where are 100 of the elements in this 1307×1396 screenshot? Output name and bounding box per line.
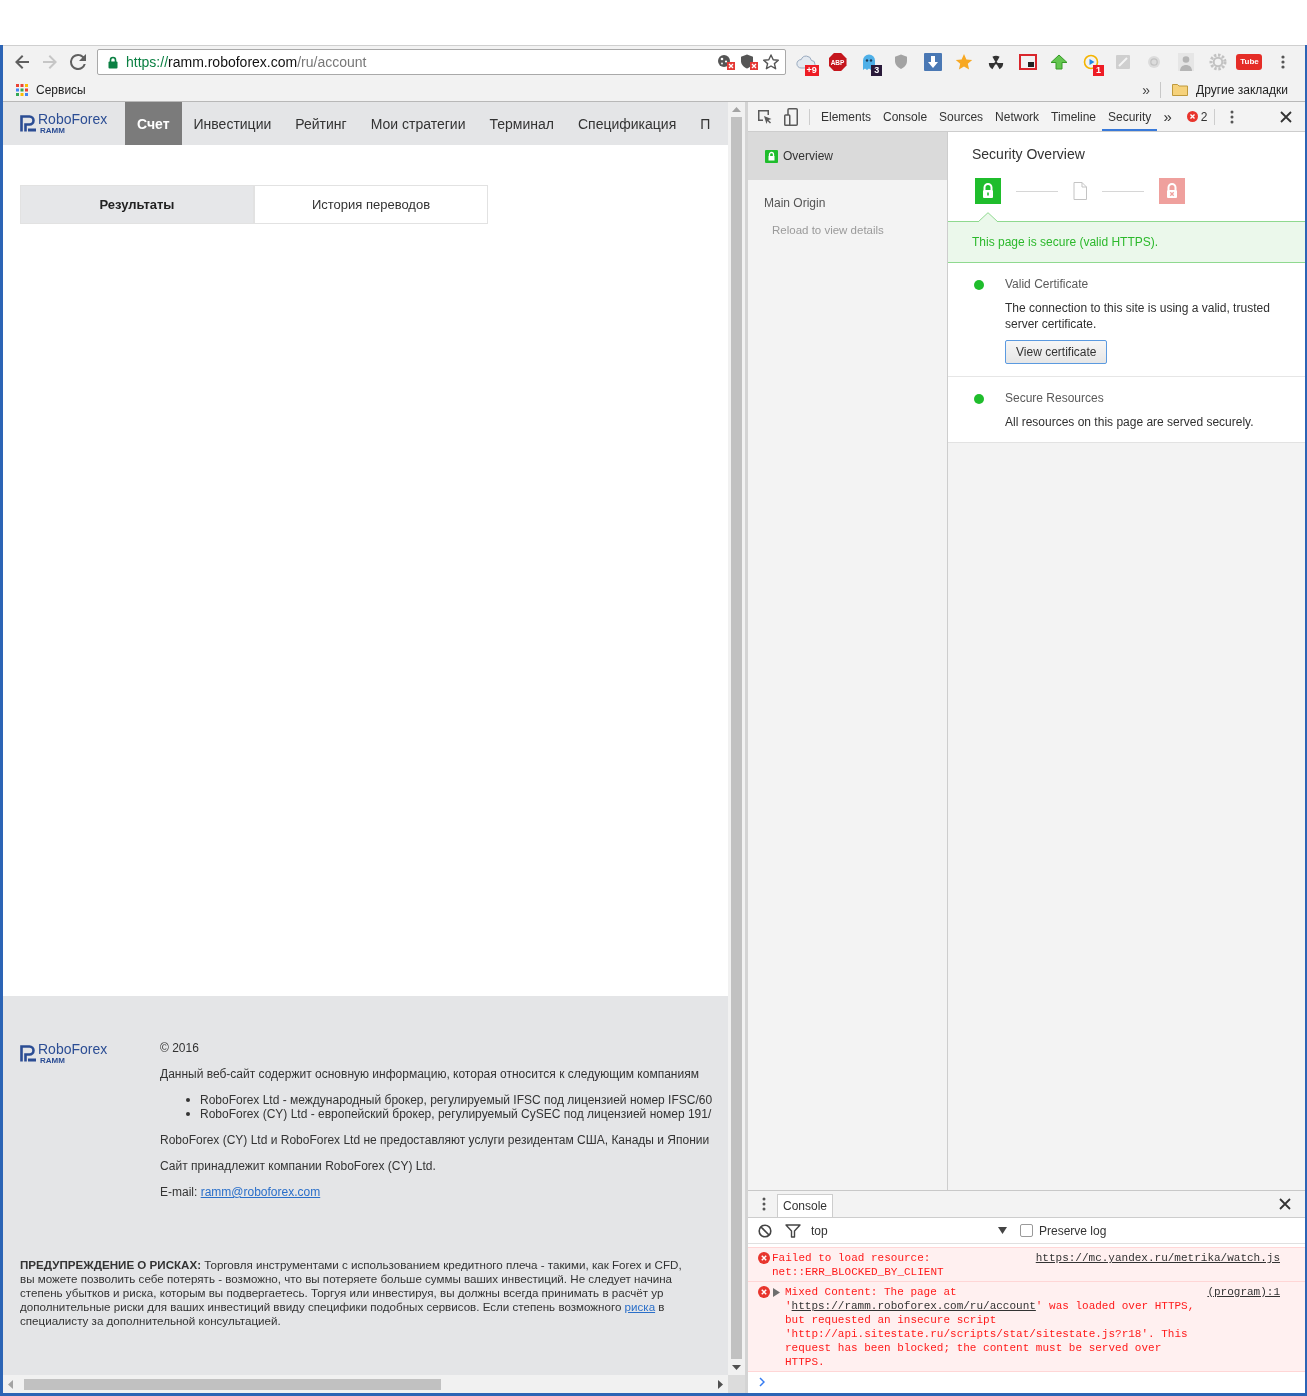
risk-warning-text: специалисту за дополнительной консультацией. (20, 1314, 282, 1328)
prompt-chevron-icon (759, 1377, 765, 1387)
company-text: RoboForex Ltd - международный брокер, регулируемый IFSC под лицензией номер IFSC/60 (200, 1093, 713, 1107)
source-link[interactable]: (program):1 (1207, 1285, 1280, 1299)
message-link[interactable]: https://ramm.roboforex.com/ru/account (791, 1300, 1036, 1312)
apps-bookmark[interactable]: Сервисы (13, 80, 89, 99)
count-badge: +9 (804, 65, 819, 76)
sidebar-item[interactable]: Overview (748, 132, 947, 180)
view-certificate-button[interactable]: View certificate (1005, 340, 1108, 364)
folder-icon (1172, 83, 1189, 96)
bookmarks-overflow-button[interactable]: » (1136, 81, 1157, 98)
message-text: Failed to load resource: net::ERR_BLOCKED_BY_CLIENT (772, 1251, 945, 1279)
extension-button[interactable]: Tube (1236, 54, 1263, 70)
scrollbar-thumb[interactable] (731, 117, 742, 1359)
lock-icon (765, 149, 778, 163)
devtools-tab[interactable]: Elements (815, 102, 878, 131)
checkbox-label[interactable]: Preserve log (1039, 1223, 1107, 1238)
menu-icon[interactable] (1230, 109, 1235, 124)
risk-link[interactable]: риска (624, 1300, 656, 1313)
tab[interactable]: История переводов (254, 185, 488, 224)
error-counter[interactable]: 2 (1185, 109, 1209, 124)
address-field[interactable]: https://ramm.roboforex.com/ru/account (97, 49, 786, 75)
secure-lock-icon[interactable] (975, 178, 1001, 204)
bullet-icon (186, 1098, 190, 1102)
sidebar-hint: Reload to view details (771, 224, 885, 236)
nav-link[interactable]: Инвестиции (181, 102, 284, 145)
nav-link[interactable]: Спецификация (565, 102, 689, 145)
devtools-tab[interactable]: Sources (933, 102, 990, 131)
logo-text: RoboForex (38, 1042, 108, 1056)
message-text: Mixed Content: The page at 'https://ramm.roboforex.com/ru/account' was loaded over HTTPS, but requested an insecure script 'http://api.sitestate.ru/scripts/stat/sitestate.js?r18'. This request has been blocked; the content must be served over HTTPS. (785, 1285, 1196, 1369)
count-badge: 3 (871, 65, 883, 76)
section-title: Secure Resources (1005, 391, 1105, 406)
scrollbar-corner (728, 1375, 745, 1393)
up-arrow-icon[interactable] (1050, 54, 1069, 70)
horizontal-scrollbar[interactable] (3, 1375, 728, 1393)
blocked-cookie-icon[interactable] (717, 54, 735, 70)
risk-warning-text: вы можете позволить себе потерять - возможно, что вы потеряете больше суммы ваших инвестиций. Не следует начина (20, 1272, 674, 1286)
devtools-tab[interactable]: Network (989, 102, 1046, 131)
close-icon[interactable] (1280, 110, 1292, 123)
back-arrow-icon (14, 54, 30, 70)
risk-warning-text: дополнительные риски для ваших инвестиций ввиду специфики подобных сервисов. Если степень возможного риска в (20, 1300, 666, 1314)
security-summary-banner: This page is secure (valid HTTPS). (948, 221, 1305, 263)
status-dot-icon (974, 280, 984, 290)
bookmark-folder[interactable]: Другие закладки (1169, 80, 1291, 99)
email-link[interactable]: ramm@roboforex.com (200, 1185, 321, 1199)
star-icon[interactable] (955, 53, 974, 71)
radiation-icon[interactable] (987, 54, 1004, 70)
logo-tagline: RAMM (40, 126, 66, 135)
logo-mark-icon (20, 115, 37, 132)
nav-link[interactable]: Рейтинг (283, 102, 359, 145)
devtools-tab[interactable]: Console (877, 102, 934, 131)
expand-triangle-icon[interactable] (773, 1288, 780, 1297)
nav-link[interactable]: Счет (125, 102, 182, 145)
section-title: Valid Certificate (1005, 277, 1090, 292)
scroll-down-arrow-icon[interactable] (732, 1365, 741, 1370)
source-link[interactable]: https://mc.yandex.ru/metrika/watch.js (1035, 1251, 1280, 1265)
nav-link[interactable]: П (688, 102, 723, 145)
error-icon (1186, 111, 1198, 122)
menu-icon[interactable] (1281, 55, 1286, 69)
risk-warning-text: ПРЕДУПРЕЖДЕНИЕ О РИСКАХ: Торговля инструментами с использованием кредитного плеча - такими, как Forex и CFD, (20, 1258, 683, 1272)
sidebar-heading: Main Origin (763, 196, 827, 211)
inspect-element-icon[interactable] (757, 108, 773, 125)
tab[interactable]: Результаты (20, 185, 254, 224)
drawer-tab[interactable]: Console (777, 1194, 834, 1217)
restriction-text: RoboForex (CY) Ltd и RoboForex Ltd не предоставляют услуги резидентам США, Канады и Японии (160, 1133, 711, 1147)
device-toolbar-icon[interactable] (784, 107, 798, 126)
intro-text: Данный веб-сайт содержит основную информацию, которая относится к следующим компаниям (160, 1067, 700, 1081)
section-description: All resources on this page are served securely. (1005, 414, 1254, 430)
reload-icon (70, 54, 86, 70)
vertical-scrollbar[interactable] (728, 102, 745, 1375)
owner-text: Сайт принадлежит компании RoboForex (CY) Ltd. (160, 1159, 437, 1173)
filter-icon[interactable] (785, 1223, 801, 1238)
status-dot-icon (974, 394, 984, 404)
count-badge: 1 (1093, 65, 1105, 76)
nav-link[interactable]: Терминал (477, 102, 566, 145)
menu-icon[interactable] (762, 1197, 766, 1211)
checkbox[interactable] (1020, 1224, 1033, 1237)
star-icon[interactable] (763, 54, 779, 70)
more-tabs-button[interactable]: » (1159, 108, 1176, 125)
context-select[interactable]: top (811, 1223, 1007, 1238)
nav-link[interactable]: Мои стратегии (358, 102, 478, 145)
copyright-text: © 2016 (160, 1041, 200, 1055)
dropdown-caret-icon (998, 1227, 1007, 1234)
panel-title: Security Overview (971, 145, 1086, 163)
close-icon[interactable] (1279, 1198, 1291, 1210)
error-icon (758, 1252, 770, 1264)
devtools-tab[interactable]: Timeline (1045, 102, 1102, 131)
scrollbar-thumb[interactable] (24, 1378, 441, 1390)
company-text: RoboForex (CY) Ltd - европейский брокер, регулируемый CySEC под лицензией номер 191/ (200, 1107, 712, 1121)
blocked-shield-icon[interactable] (740, 54, 758, 70)
error-icon (758, 1286, 770, 1298)
logo-mark-icon (20, 1045, 37, 1062)
section-description: The connection to this site is using a valid, trusted server certificate. (1005, 300, 1271, 332)
picture-in-picture-icon[interactable] (1018, 54, 1037, 70)
forward-arrow-icon (42, 54, 58, 70)
ghost-icon[interactable] (862, 53, 877, 71)
scroll-right-arrow-icon[interactable] (718, 1379, 723, 1389)
logo-tagline: RAMM (40, 1056, 66, 1065)
clear-console-icon[interactable] (758, 1223, 772, 1238)
risk-warning-text: степень убытков и риска, которым вы подвергаетесь. Торгуя или инвестируя, вы должны всегда принимать в расчёт ур (20, 1286, 665, 1300)
